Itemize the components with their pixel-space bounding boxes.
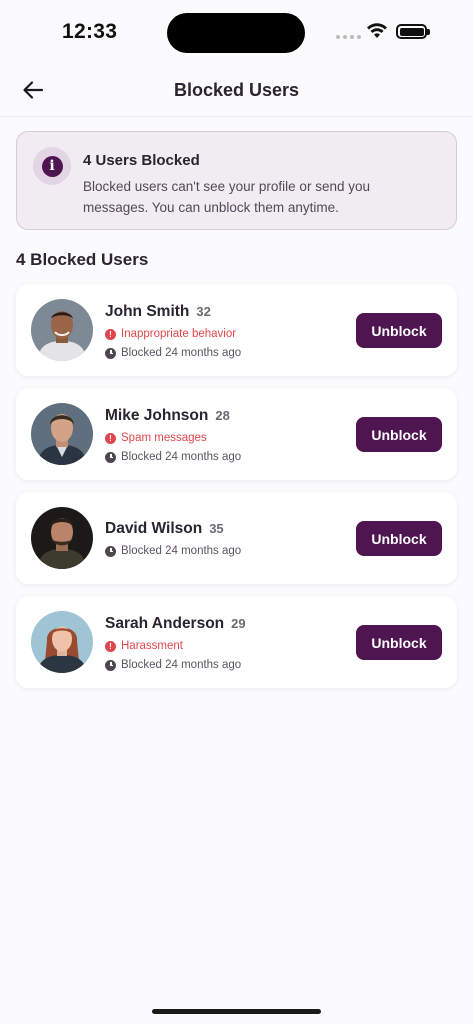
home-indicator <box>152 1009 321 1014</box>
blocked-time-text: Blocked 24 months ago <box>121 347 242 359</box>
clock-icon <box>105 659 116 671</box>
user-name: John Smith 32 <box>105 303 211 321</box>
blocked-user-card: Mike Johnson 28 ! Spam messages Blocked 2… <box>16 388 457 480</box>
section-title: 4 Blocked Users <box>16 250 149 269</box>
block-reason: ! Inappropriate behavior <box>105 328 236 340</box>
alert-icon: ! <box>105 432 116 444</box>
cellular-signal-icon <box>336 35 361 39</box>
blocked-user-card: David Wilson 35 Blocked 24 months ago Unb… <box>16 492 457 584</box>
blocked-user-card: Sarah Anderson 29 ! Harassment Blocked 24… <box>16 596 457 688</box>
block-reason: ! Harassment <box>105 640 183 652</box>
alert-icon: ! <box>105 640 116 652</box>
blocked-time-text: Blocked 24 months ago <box>121 451 242 463</box>
user-age: 35 <box>209 521 224 536</box>
blocked-time: Blocked 24 months ago <box>105 347 241 359</box>
status-bar: 12:33 <box>0 0 473 62</box>
info-icon-container: i <box>33 147 71 185</box>
avatar <box>31 403 93 465</box>
block-reason-text: Spam messages <box>121 432 207 444</box>
clock-icon <box>105 545 116 557</box>
user-name: David Wilson 35 <box>105 520 224 538</box>
unblock-button[interactable]: Unblock <box>356 417 442 452</box>
info-banner-description: Blocked users can't see your profile or … <box>83 179 370 215</box>
header: Blocked Users <box>0 62 473 117</box>
user-name-text: Sarah Anderson <box>105 615 225 632</box>
battery-icon <box>396 24 430 39</box>
blocked-user-card: John Smith 32 ! Inappropriate behavior Bl… <box>16 284 457 376</box>
info-banner-title: 4 Users Blocked <box>83 152 200 169</box>
user-name-text: David Wilson <box>105 520 203 537</box>
avatar <box>31 507 93 569</box>
user-age: 28 <box>215 408 230 423</box>
status-time: 12:33 <box>62 20 118 43</box>
info-banner: i 4 Users Blocked Blocked users can't se… <box>16 131 457 230</box>
page-title: Blocked Users <box>173 80 300 100</box>
clock-icon <box>105 347 116 359</box>
block-reason-text: Harassment <box>121 640 183 652</box>
user-age: 29 <box>231 616 246 631</box>
unblock-button[interactable]: Unblock <box>356 521 442 556</box>
blocked-time: Blocked 24 months ago <box>105 451 241 463</box>
dynamic-island <box>167 13 305 53</box>
blocked-time-text: Blocked 24 months ago <box>121 659 242 671</box>
info-icon: i <box>41 155 63 177</box>
user-name-text: John Smith <box>105 303 190 320</box>
user-name-text: Mike Johnson <box>105 407 209 424</box>
unblock-button[interactable]: Unblock <box>356 625 442 660</box>
unblock-button[interactable]: Unblock <box>356 313 442 348</box>
wifi-icon <box>367 23 387 38</box>
blocked-time: Blocked 24 months ago <box>105 659 241 671</box>
blocked-time: Blocked 24 months ago <box>105 545 241 557</box>
user-age: 32 <box>196 304 211 319</box>
block-reason: ! Spam messages <box>105 432 207 444</box>
block-reason-text: Inappropriate behavior <box>121 328 237 340</box>
clock-icon <box>105 451 116 463</box>
avatar <box>31 299 93 361</box>
user-name: Mike Johnson 28 <box>105 407 230 425</box>
alert-icon: ! <box>105 328 116 340</box>
user-name: Sarah Anderson 29 <box>105 615 246 633</box>
blocked-time-text: Blocked 24 months ago <box>121 545 242 557</box>
avatar <box>31 611 93 673</box>
